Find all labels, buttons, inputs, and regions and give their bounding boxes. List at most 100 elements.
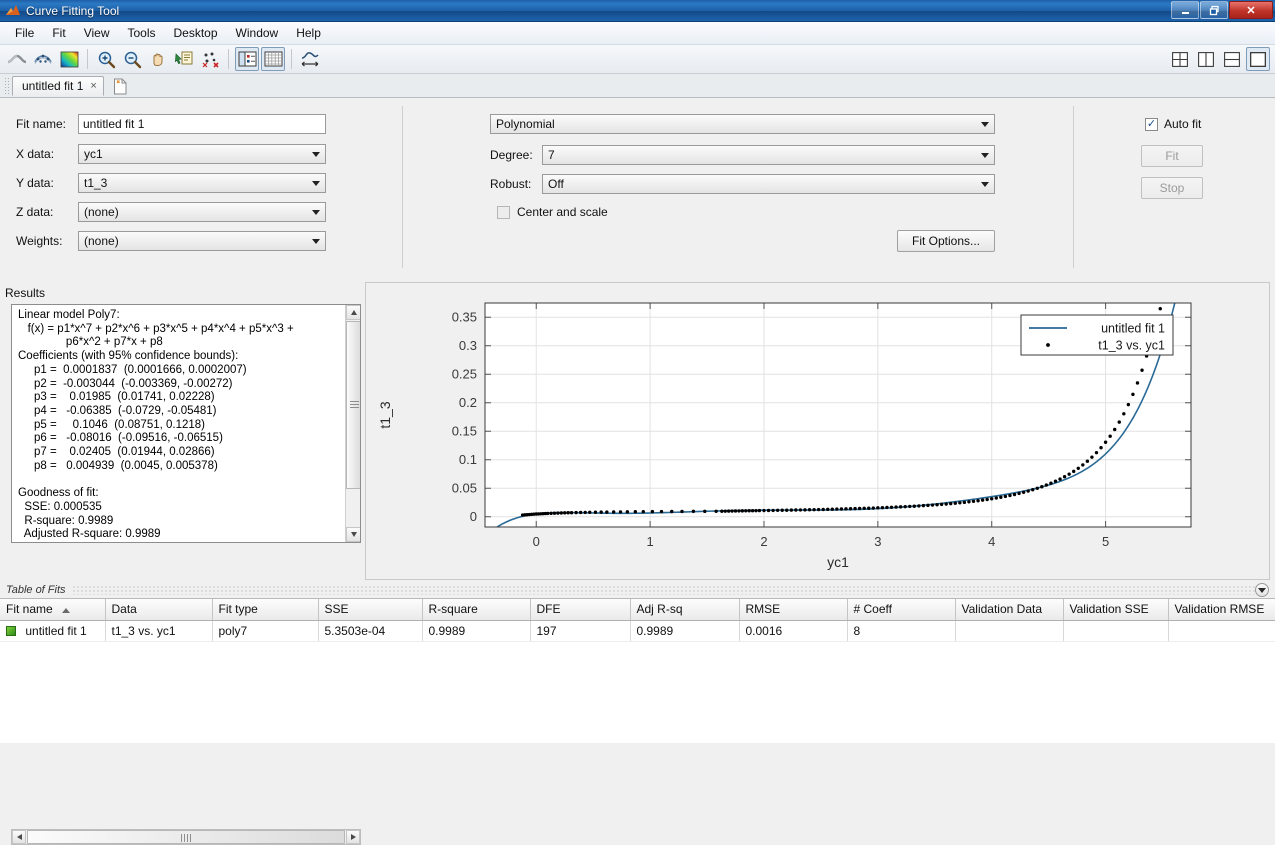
results-scroll-thumb[interactable]	[346, 321, 360, 489]
results-hscroll-thumb[interactable]	[27, 830, 345, 844]
zoom-in-icon[interactable]	[94, 47, 118, 71]
fit-name-row: Fit name: untitled fit 1	[16, 114, 326, 134]
svg-text:0.05: 0.05	[452, 481, 477, 496]
window-title: Curve Fitting Tool	[26, 3, 120, 18]
cell-fit-name: untitled fit 1	[0, 620, 106, 642]
cell-fit-type: poly7	[212, 620, 319, 642]
svg-text:3: 3	[874, 534, 881, 549]
close-icon[interactable]: ×	[90, 80, 96, 92]
chevron-down-icon[interactable]	[1255, 583, 1269, 597]
config-divider-1	[402, 106, 403, 268]
column-header-validation-data[interactable]: Validation Data	[955, 599, 1064, 621]
scroll-down-arrow-icon[interactable]	[346, 527, 360, 542]
table-of-fits-caption-bar: Table of Fits	[0, 582, 1275, 598]
degree-value: 7	[548, 148, 555, 162]
column-header-sse[interactable]: SSE	[318, 599, 423, 621]
menu-help[interactable]: Help	[287, 23, 330, 43]
colormap-surface-icon[interactable]	[57, 47, 81, 71]
cell-validation-rmse	[1168, 620, 1275, 642]
tabstrip-grip	[4, 76, 10, 95]
scroll-left-arrow-icon[interactable]	[12, 830, 26, 844]
fit-button[interactable]: Fit	[1141, 145, 1203, 167]
svg-text:t1_3 vs. yc1: t1_3 vs. yc1	[1098, 339, 1165, 353]
weights-combobox[interactable]: (none)	[78, 231, 326, 251]
fit-tab-untitled-fit-1[interactable]: untitled fit 1 ×	[12, 76, 104, 96]
column-header-dfe[interactable]: DFE	[530, 599, 631, 621]
menu-desktop[interactable]: Desktop	[165, 23, 227, 43]
grid-icon[interactable]	[261, 47, 285, 71]
cell-rmse: 0.0016	[739, 620, 848, 642]
x-data-combobox[interactable]: yc1	[78, 144, 326, 164]
fit-plot-panel[interactable]: 0 0.05 0.1 0.15 0.2 0.25 0.3 0.35 0 1 2 3 4 5 yc1 t1_3 u…	[365, 282, 1270, 580]
cell-validation-data	[955, 620, 1064, 642]
results-horizontal-scrollbar[interactable]	[11, 829, 361, 845]
z-data-combobox[interactable]: (none)	[78, 202, 326, 222]
scroll-up-arrow-icon[interactable]	[346, 305, 360, 320]
svg-text:0.35: 0.35	[452, 310, 477, 325]
fit-plot[interactable]: 0 0.05 0.1 0.15 0.2 0.25 0.3 0.35 0 1 2 3 4 5 yc1 t1_3 u…	[366, 283, 1269, 579]
results-textbox[interactable]: Linear model Poly7: f(x) = p1*x^7 + p2*x…	[11, 304, 361, 543]
fit-type-combobox[interactable]: Polynomial	[490, 114, 995, 134]
column-header-fit-type[interactable]: Fit type	[212, 599, 319, 621]
center-and-scale-row[interactable]: Center and scale	[497, 205, 608, 219]
svg-text:0.2: 0.2	[459, 395, 477, 410]
axes-limits-icon[interactable]	[298, 47, 322, 71]
center-and-scale-checkbox[interactable]	[497, 205, 510, 219]
svg-text:t1_3: t1_3	[377, 401, 393, 428]
auto-fit-checkbox[interactable]	[1145, 117, 1158, 131]
degree-combobox[interactable]: 7	[542, 145, 995, 165]
table-of-fits-caption: Table of Fits	[6, 584, 66, 596]
menu-window[interactable]: Window	[227, 23, 288, 43]
column-header-fit-name[interactable]: Fit name	[0, 599, 106, 621]
robust-combobox[interactable]: Off	[542, 174, 995, 194]
triangle-left-icon	[16, 834, 22, 840]
column-header-validation-rmse[interactable]: Validation RMSE	[1168, 599, 1275, 621]
column-label-fit-name: Fit name	[6, 602, 53, 617]
svg-text:0.15: 0.15	[452, 424, 477, 439]
column-header-data[interactable]: Data	[105, 599, 213, 621]
legend-icon[interactable]	[235, 47, 259, 71]
fit-tab-strip: untitled fit 1 ×	[0, 74, 1275, 98]
column-header-num-coeff[interactable]: # Coeff	[847, 599, 956, 621]
exclude-outliers-icon[interactable]	[198, 47, 222, 71]
degree-label: Degree:	[490, 148, 533, 162]
table-row[interactable]: untitled fit 1 t1_3 vs. yc1 poly7 5.3503…	[0, 620, 1275, 642]
layout-two-column-icon[interactable]	[1194, 47, 1218, 71]
auto-fit-row[interactable]: Auto fit	[1145, 117, 1201, 131]
menu-tools[interactable]: Tools	[118, 23, 164, 43]
column-header-adj-r-sq[interactable]: Adj R-sq	[630, 599, 740, 621]
column-header-r-square[interactable]: R-square	[422, 599, 531, 621]
stop-button[interactable]: Stop	[1141, 177, 1203, 199]
menu-file[interactable]: File	[6, 23, 43, 43]
robust-value: Off	[548, 177, 564, 191]
layout-four-pane-icon[interactable]	[1168, 47, 1192, 71]
scroll-right-arrow-icon[interactable]	[346, 830, 360, 844]
new-fit-icon[interactable]	[110, 76, 132, 96]
minimize-button[interactable]	[1171, 1, 1199, 19]
fit-curve-icon[interactable]	[5, 47, 29, 71]
x-data-label: X data:	[16, 147, 55, 161]
restore-button[interactable]	[1200, 1, 1228, 19]
column-header-rmse[interactable]: RMSE	[739, 599, 848, 621]
fit-name-input[interactable]: untitled fit 1	[78, 114, 326, 134]
y-data-label: Y data:	[16, 176, 54, 190]
close-button[interactable]: ✕	[1229, 1, 1273, 19]
menu-fit[interactable]: Fit	[43, 23, 74, 43]
column-header-validation-sse[interactable]: Validation SSE	[1063, 599, 1169, 621]
pan-hand-icon[interactable]	[146, 47, 170, 71]
y-data-combobox[interactable]: t1_3	[78, 173, 326, 193]
fit-options-button[interactable]: Fit Options...	[897, 230, 995, 252]
chevron-down-icon	[981, 122, 989, 127]
layout-two-row-icon[interactable]	[1220, 47, 1244, 71]
results-panel: Results Linear model Poly7: f(x) = p1*x^…	[5, 286, 361, 845]
z-data-value: (none)	[84, 205, 119, 219]
chevron-down-icon	[312, 152, 320, 157]
table-of-fits[interactable]: Fit name Data Fit type SSE R-square DFE …	[0, 598, 1275, 743]
menu-view[interactable]: View	[75, 23, 119, 43]
fit-type-value: Polynomial	[496, 117, 555, 131]
results-vertical-scrollbar[interactable]	[345, 305, 360, 542]
zoom-out-icon[interactable]	[120, 47, 144, 71]
layout-single-pane-icon[interactable]	[1246, 47, 1270, 71]
data-cursor-icon[interactable]	[172, 47, 196, 71]
fit-surface-icon[interactable]	[31, 47, 55, 71]
